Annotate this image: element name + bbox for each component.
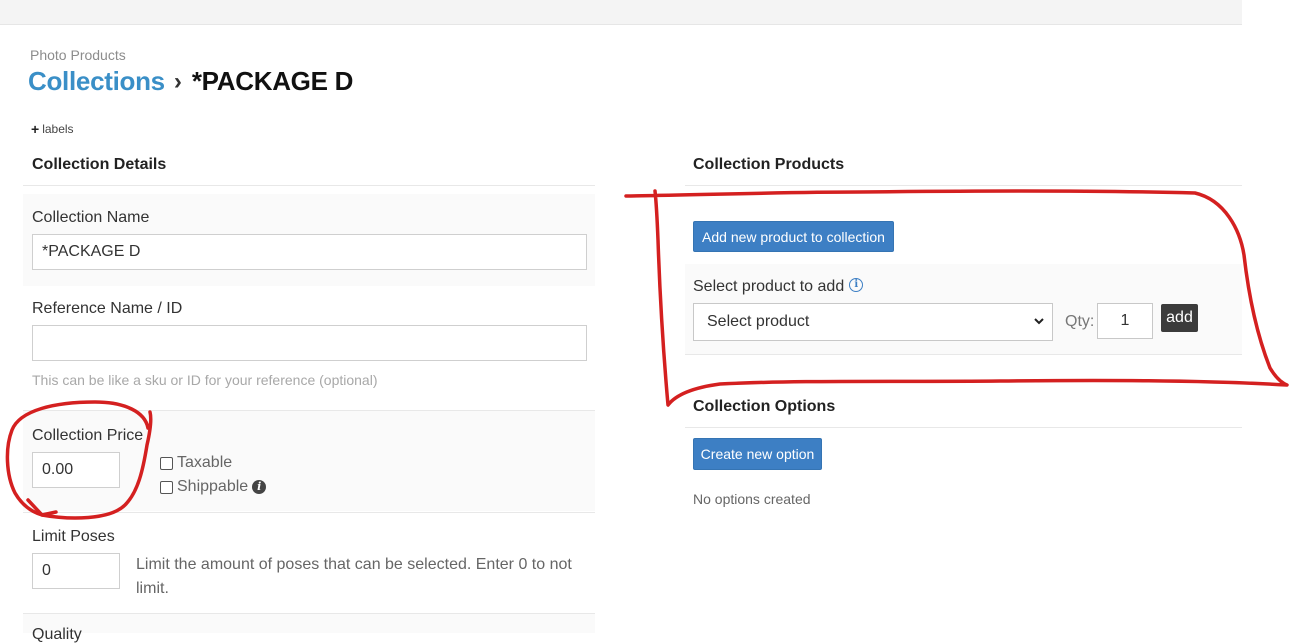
taxable-option[interactable]: Taxable: [160, 454, 232, 472]
collection-price-label: Collection Price: [32, 427, 144, 444]
breadcrumb-collections-link[interactable]: Collections: [28, 66, 165, 97]
taxable-label: Taxable: [177, 454, 233, 471]
limit-poses-input[interactable]: 0: [32, 553, 120, 589]
breadcrumb: Collections › *PACKAGE D: [28, 66, 353, 97]
reference-name-input[interactable]: [32, 325, 587, 361]
info-icon[interactable]: i: [252, 480, 267, 494]
taxable-checkbox[interactable]: [160, 456, 173, 470]
collection-options-title: Collection Options: [693, 398, 836, 415]
options-divider: [685, 427, 1242, 428]
collection-details-title: Collection Details: [32, 156, 167, 173]
qty-label: Qty:: [1065, 313, 1095, 330]
product-select-value: Select product: [707, 313, 810, 330]
collection-name-label: Collection Name: [32, 209, 150, 226]
shippable-checkbox[interactable]: [160, 480, 173, 494]
chevron-down-icon: [1034, 318, 1044, 325]
create-new-option-button[interactable]: Create new option: [693, 438, 822, 470]
price-divider-bottom: [23, 512, 595, 513]
labels-link-text: labels: [42, 122, 74, 136]
add-labels-link[interactable]: + labels: [31, 121, 74, 137]
limit-poses-help: Limit the amount of poses that can be se…: [136, 556, 572, 597]
reference-help-text: This can be like a sku or ID for your re…: [32, 372, 378, 388]
page-title: *PACKAGE D: [191, 66, 354, 96]
shippable-label: Shippable: [177, 478, 249, 495]
breadcrumb-section: Photo Products: [30, 47, 126, 63]
reference-name-label: Reference Name / ID: [32, 300, 183, 317]
top-bar: [0, 0, 1242, 25]
add-new-product-button[interactable]: Add new product to collection: [693, 221, 894, 252]
limit-poses-label: Limit Poses: [32, 528, 115, 545]
shippable-option[interactable]: Shippable i: [160, 478, 267, 496]
next-section-panel: [23, 614, 595, 633]
right-gutter: [1242, 0, 1290, 633]
add-product-button[interactable]: add: [1161, 304, 1198, 332]
next-field-label: Quality: [32, 626, 82, 643]
collection-products-title: Collection Products: [693, 156, 845, 173]
qty-input[interactable]: 1: [1097, 303, 1153, 339]
collection-price-input[interactable]: 0.00: [32, 452, 120, 488]
select-divider: [685, 354, 1242, 355]
select-product-label: Select product to add i: [693, 278, 864, 296]
plus-icon: +: [31, 121, 40, 137]
info-icon[interactable]: i: [849, 278, 864, 292]
chevron-right-icon: ›: [173, 67, 182, 95]
no-options-text: No options created: [693, 491, 811, 507]
details-divider: [23, 185, 595, 186]
products-divider: [685, 185, 1242, 186]
product-select[interactable]: Select product: [693, 303, 1053, 341]
collection-name-input[interactable]: *PACKAGE D: [32, 234, 587, 270]
select-product-label-text: Select product to add: [693, 278, 845, 295]
